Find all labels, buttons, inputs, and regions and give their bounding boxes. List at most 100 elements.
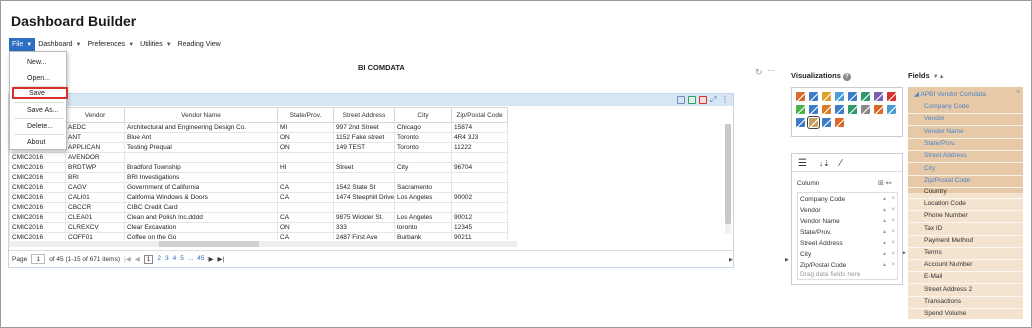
field-item-selected[interactable]: Vendor Name	[924, 126, 964, 138]
table-row[interactable]: CMIC2016 CAGV Government of California CA 15…	[9, 182, 508, 193]
table-viz-icon[interactable]	[796, 92, 805, 101]
field-item[interactable]: Street Address 2	[924, 284, 972, 296]
sort-tab-icon[interactable]: ↓⇣	[819, 159, 830, 168]
field-item-selected[interactable]: City	[924, 163, 935, 175]
page-input[interactable]: 1	[31, 254, 46, 264]
page-number[interactable]: 1	[143, 254, 154, 264]
field-item[interactable]: Location Code	[924, 198, 966, 210]
column-header[interactable]: Zip/Postal Code	[451, 107, 508, 123]
last-page-icon[interactable]: ▶|	[217, 255, 224, 263]
export-icon[interactable]	[677, 96, 685, 104]
drop-hint[interactable]: Drag data fields here	[800, 271, 860, 278]
table-row[interactable]: CMIC2016 AVENDOR	[9, 152, 508, 163]
kpi-number-viz-icon[interactable]	[796, 118, 805, 127]
menu-preferences[interactable]: Preferences ▼	[84, 38, 137, 51]
remove-icon[interactable]: ×	[891, 249, 895, 260]
column-header[interactable]: Vendor Name	[124, 107, 278, 123]
line-chart-viz-icon[interactable]	[874, 92, 883, 101]
format-brush-icon[interactable]: ∕	[840, 158, 842, 169]
field-item[interactable]: E-Mail	[924, 271, 942, 283]
stacked-column-viz-icon[interactable]	[848, 92, 857, 101]
column-header[interactable]: State/Prov.	[277, 107, 334, 123]
excel-icon[interactable]	[688, 96, 696, 104]
reorder-icon[interactable]: ▲	[882, 238, 887, 249]
prev-page-icon[interactable]: ◀	[135, 255, 140, 263]
remove-icon[interactable]: ×	[891, 216, 895, 227]
column-item[interactable]: State/Prov. ▲ ×	[800, 227, 896, 238]
reorder-icon[interactable]: ▲	[882, 249, 887, 260]
table-row[interactable]: AEDC Architectural and Engineering Design…	[9, 122, 508, 133]
field-item[interactable]: Payment Method	[924, 235, 973, 247]
gauge-viz-icon[interactable]	[887, 92, 896, 101]
close-icon[interactable]: ×	[1016, 89, 1020, 96]
page-number[interactable]: ...	[188, 255, 193, 264]
pdf-icon[interactable]	[699, 96, 707, 104]
remove-icon[interactable]: ×	[891, 238, 895, 249]
column-item[interactable]: Company Code ▲ ×	[800, 194, 896, 205]
table-row[interactable]: CMIC2016 CALI01 California Windows & Doors…	[9, 192, 508, 203]
field-item[interactable]: Terms	[924, 247, 942, 259]
reorder-icon[interactable]: ▲	[882, 205, 887, 216]
menu-utilities[interactable]: Utilities ▼	[137, 38, 175, 51]
table-row[interactable]: CMIC2016 BRDTWP Bradford Township HI Street C…	[9, 162, 508, 173]
page-number[interactable]: 3	[165, 255, 169, 264]
menu-dashboard[interactable]: Dashboard ▼	[35, 38, 84, 51]
sort-arrows-icon[interactable]: ▼▲	[933, 74, 945, 80]
remove-icon[interactable]: ×	[891, 260, 895, 271]
page-number[interactable]: 4	[173, 255, 177, 264]
fields-tab-icon[interactable]: ☰	[798, 158, 807, 169]
field-item-selected[interactable]: Zip/Postal Code	[924, 175, 970, 187]
column-header[interactable]: City	[394, 107, 452, 123]
menu-dots-icon[interactable]: ⋮	[721, 96, 729, 104]
next-page-icon[interactable]: ▶	[208, 255, 213, 263]
donut-chart-viz-icon[interactable]	[835, 105, 844, 114]
table-row[interactable]: CMIC2016 CLREXCV Clear Excavation ON 333 toro…	[9, 222, 508, 233]
bar-chart-viz-icon[interactable]	[809, 92, 818, 101]
reorder-icon[interactable]: ▲	[882, 194, 887, 205]
field-item[interactable]: Tax ID	[924, 223, 942, 235]
field-item[interactable]: Account Number	[924, 259, 972, 271]
pivot-viz-icon[interactable]	[835, 118, 844, 127]
scatter-viz-icon[interactable]	[861, 105, 870, 114]
funnel-viz-icon[interactable]	[848, 105, 857, 114]
collapse-left-arrow-icon[interactable]: ▶	[729, 257, 733, 263]
field-item[interactable]: Country	[924, 186, 947, 198]
menu-reading-view[interactable]: Reading View	[175, 38, 224, 51]
file-menu-delete[interactable]: Delete...	[14, 121, 64, 133]
file-menu-about[interactable]: About	[14, 137, 64, 149]
vertical-scrollbar-thumb[interactable]	[725, 124, 731, 224]
column-header[interactable]: Street Address	[333, 107, 395, 123]
help-icon[interactable]: ?	[842, 73, 851, 81]
expand-icon[interactable]: ⤢	[710, 96, 718, 104]
horizontal-scrollbar[interactable]	[9, 241, 517, 247]
menu-file[interactable]: File ▼	[9, 38, 36, 51]
remove-icon[interactable]: ×	[891, 205, 895, 216]
more-options-icon[interactable]: ···	[767, 66, 775, 75]
heatmap-viz-icon[interactable]	[887, 105, 896, 114]
column-item[interactable]: City ▲ ×	[800, 249, 896, 260]
grid-viz-icon[interactable]	[807, 116, 820, 129]
reorder-icon[interactable]: ▲	[882, 260, 887, 271]
field-item-selected[interactable]: State/Prov.	[924, 138, 956, 150]
file-menu-new[interactable]: New...	[14, 57, 64, 69]
page-number[interactable]: 45	[197, 255, 204, 264]
remove-icon[interactable]: ×	[891, 227, 895, 238]
file-menu-open[interactable]: Open...	[14, 73, 64, 85]
table-row[interactable]: CMIC2016 CBCCR CIBC Credit Card	[9, 202, 508, 213]
column-tools-icon[interactable]: ⊞ ↤	[878, 179, 892, 187]
stacked-bar-viz-icon[interactable]	[835, 92, 844, 101]
remove-icon[interactable]: ×	[891, 194, 895, 205]
table-row[interactable]: CMIC2016 BRI BRI Investigations	[9, 172, 508, 183]
bubble-viz-icon[interactable]	[874, 105, 883, 114]
field-item[interactable]: Spend Volume	[924, 308, 966, 320]
first-page-icon[interactable]: |◀	[124, 255, 131, 263]
collapse-right-arrow-icon[interactable]: ▶	[785, 257, 789, 263]
reorder-icon[interactable]: ▲	[882, 227, 887, 238]
file-menu-save-as[interactable]: Save As...	[14, 105, 64, 117]
map-viz-icon[interactable]	[796, 105, 805, 114]
field-item[interactable]: Phone Number	[924, 210, 968, 222]
field-item-selected[interactable]: Company Code	[924, 101, 969, 113]
file-menu-save[interactable]: Save	[12, 87, 68, 99]
reorder-icon[interactable]: ▲	[882, 216, 887, 227]
table-row[interactable]: CMIC2016 CLEA01 Clean and Polish Inc.dddd C…	[9, 212, 508, 223]
